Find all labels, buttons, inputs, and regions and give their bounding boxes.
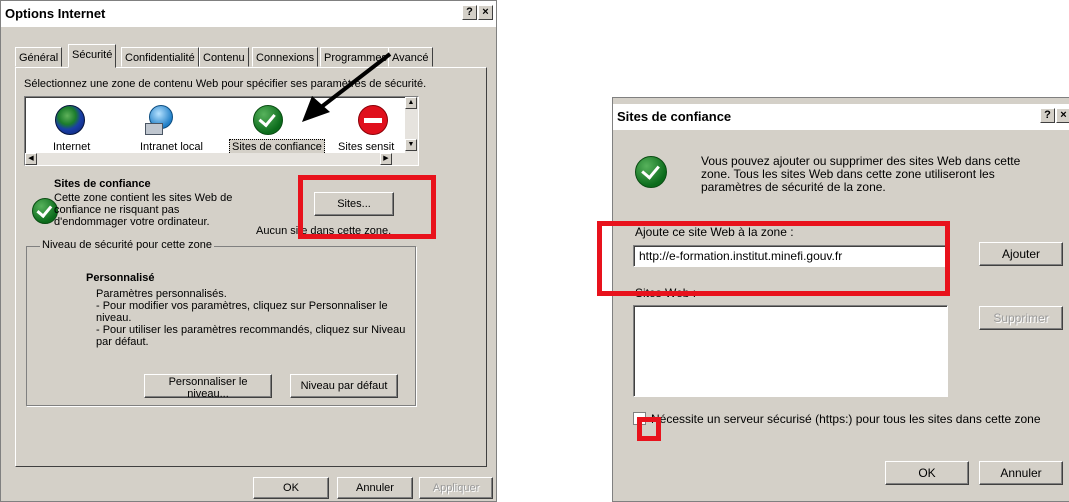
trusted-help-button[interactable]: ? [1040, 108, 1055, 123]
trusted-info-text: Vous pouvez ajouter ou supprimer des sit… [701, 154, 1021, 194]
trusted-sites-icon [253, 105, 283, 135]
tab-content[interactable]: Contenu [199, 47, 249, 67]
trusted-cancel-button[interactable]: Annuler [979, 461, 1063, 485]
tab-privacy[interactable]: Confidentialité [121, 47, 199, 67]
options-internet-dialog: Options Internet ? × Général Sécurité Co… [0, 0, 497, 502]
zone-description: Cette zone contient les sites Web de con… [54, 192, 233, 228]
zone-intranet-label[interactable]: Intranet local [140, 141, 203, 153]
security-level-label: Niveau de sécurité pour cette zone [40, 239, 214, 251]
globe-icon [55, 105, 85, 135]
trusted-ok-button[interactable]: OK [885, 461, 969, 485]
close-button[interactable]: × [478, 5, 493, 20]
websites-list[interactable] [633, 305, 948, 397]
zone-restricted-label[interactable]: Sites sensit [338, 141, 394, 153]
help-button[interactable]: ? [462, 5, 477, 20]
zone-internet-label[interactable]: Internet [53, 141, 90, 153]
custom-heading: Personnalisé [86, 272, 155, 284]
trusted-sites-dialog: Sites de confiance ? × Vous pouvez ajout… [612, 97, 1069, 502]
arrow-annotation [302, 52, 392, 122]
scroll-left-icon[interactable]: ◀ [25, 153, 37, 165]
security-tab-panel: Sélectionnez une zone de contenu Web pou… [15, 67, 487, 467]
https-checkbox-label: Nécessite un serveur sécurisé (https:) p… [651, 412, 1041, 426]
zone-heading: Sites de confiance [54, 178, 151, 190]
default-level-button[interactable]: Niveau par défaut [290, 374, 398, 398]
intranet-icon [145, 105, 175, 135]
cancel-button[interactable]: Annuler [337, 477, 413, 499]
apply-button[interactable]: Appliquer [419, 477, 493, 499]
trusted-info-icon [635, 156, 667, 188]
dialog-title: Options Internet [1, 1, 496, 27]
trusted-dialog-title: Sites de confiance [613, 104, 1069, 130]
tab-general[interactable]: Général [15, 47, 63, 67]
highlight-sites-button [298, 175, 436, 239]
scroll-right-icon[interactable]: ▶ [380, 153, 392, 165]
trusted-close-button[interactable]: × [1056, 108, 1069, 123]
highlight-url-field [597, 221, 950, 296]
zone-list-hscroll[interactable]: ◀ ▶ [25, 153, 418, 165]
tab-security[interactable]: Sécurité [68, 44, 117, 68]
ok-button[interactable]: OK [253, 477, 329, 499]
remove-site-button[interactable]: Supprimer [979, 306, 1063, 330]
customize-level-button[interactable]: Personnaliser le niveau... [144, 374, 272, 400]
custom-description: Paramètres personnalisés. - Pour modifie… [96, 288, 406, 348]
add-site-button[interactable]: Ajouter [979, 242, 1063, 266]
zone-list-vscroll[interactable]: ▲ ▼ [405, 97, 418, 153]
scroll-up-icon[interactable]: ▲ [405, 97, 417, 109]
highlight-https-checkbox [637, 417, 661, 441]
scroll-down-icon[interactable]: ▼ [405, 139, 417, 151]
